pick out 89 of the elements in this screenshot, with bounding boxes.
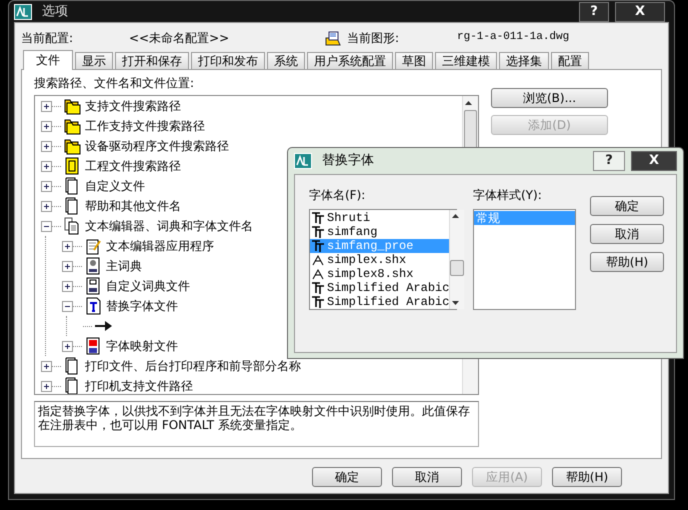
dialog-button[interactable]: 取消 xyxy=(590,224,664,244)
field-label: 字体名(F): xyxy=(309,188,366,202)
tab[interactable]: 草图 xyxy=(395,52,433,69)
truetype-icon xyxy=(312,240,324,252)
dictionary-icon xyxy=(84,257,102,276)
profile-label: 当前配置: xyxy=(21,30,74,46)
close-button[interactable]: X xyxy=(615,2,665,22)
tree-item[interactable]: 设备驱动程序文件搜索路径 xyxy=(85,139,229,154)
tree-item[interactable]: 自定义词典文件 xyxy=(106,279,190,294)
truetype-icon xyxy=(312,212,324,224)
dialog-button[interactable]: 确定 xyxy=(312,467,382,487)
profile-name: <<未命名配置>> xyxy=(129,30,230,46)
scroll-up-icon xyxy=(450,212,460,220)
tree-item[interactable]: 打印机支持文件路径 xyxy=(85,379,193,394)
expand-toggle[interactable] xyxy=(62,240,73,252)
expand-toggle[interactable] xyxy=(41,120,52,132)
tab[interactable]: 文件 xyxy=(23,50,73,70)
tab[interactable]: 配置 xyxy=(551,52,589,69)
font-item[interactable]: Simplified Arabic xyxy=(310,295,450,310)
tab[interactable]: 显示 xyxy=(75,52,113,69)
binder-icon xyxy=(63,157,81,176)
app-icon xyxy=(14,4,32,20)
expand-toggle[interactable] xyxy=(41,160,52,172)
notepad-icon xyxy=(84,237,102,256)
tab[interactable]: 用户系统配置 xyxy=(307,52,393,69)
expand-toggle[interactable] xyxy=(62,260,73,272)
tree-item[interactable]: 文本编辑器、词典和字体文件名 xyxy=(85,219,253,234)
dialog-button[interactable]: 取消 xyxy=(392,467,462,487)
truetype-icon xyxy=(312,226,324,238)
font-item[interactable]: simplex.shx xyxy=(310,253,450,268)
tab[interactable]: 选择集 xyxy=(499,52,549,69)
drawing-label: 当前图形: xyxy=(347,30,400,46)
font-file-icon xyxy=(84,297,102,316)
tree-item[interactable]: 帮助和其他文件名 xyxy=(85,199,181,214)
tree-item[interactable]: 文本编辑器应用程序 xyxy=(106,239,214,254)
tree-item[interactable]: 工作支持文件搜索路径 xyxy=(85,119,205,134)
font-item[interactable]: simfang xyxy=(310,225,450,240)
font-map-icon xyxy=(84,337,102,356)
side-button[interactable]: 浏览(B)... xyxy=(491,88,608,108)
close-button[interactable]: X xyxy=(631,151,677,171)
dialog-button[interactable]: 确定 xyxy=(590,196,664,216)
dialog-button[interactable]: 帮助(H) xyxy=(590,252,664,272)
tree-item[interactable]: 替换字体文件 xyxy=(106,299,178,314)
scroll-thumb[interactable] xyxy=(450,260,464,276)
tab[interactable]: 打印和发布 xyxy=(191,52,265,69)
documents-icon xyxy=(63,217,81,236)
tree-item[interactable]: 自定义文件 xyxy=(85,179,145,194)
tree-item[interactable]: 主词典 xyxy=(106,259,142,274)
window-title: 选项 xyxy=(42,4,68,20)
dictionary-icon xyxy=(84,277,102,296)
help-button[interactable]: ? xyxy=(593,151,625,171)
tab[interactable]: 三维建模 xyxy=(435,52,497,69)
tree-item[interactable]: 支持文件搜索路径 xyxy=(85,99,181,114)
folders-icon xyxy=(63,97,81,116)
font-item[interactable]: Shruti xyxy=(310,211,450,226)
collapse-toggle[interactable] xyxy=(62,300,73,312)
folders-icon xyxy=(63,117,81,136)
shx-font-icon xyxy=(312,254,324,266)
tree-item[interactable]: 打印文件、后台打印程序和前导部分名称 xyxy=(85,359,301,374)
expand-toggle[interactable] xyxy=(41,140,52,152)
expand-toggle[interactable] xyxy=(62,280,73,292)
tab[interactable]: 系统 xyxy=(267,52,305,69)
expand-toggle[interactable] xyxy=(41,200,52,212)
dialog-button[interactable]: 帮助(H) xyxy=(552,467,622,487)
expand-toggle[interactable] xyxy=(62,340,73,352)
collapse-toggle[interactable] xyxy=(41,220,52,232)
truetype-icon xyxy=(312,282,324,294)
tree-item[interactable]: 字体映射文件 xyxy=(106,339,178,354)
folders-icon xyxy=(63,137,81,156)
expand-toggle[interactable] xyxy=(41,360,52,372)
dialog-title: 替换字体 xyxy=(322,153,374,169)
expand-toggle[interactable] xyxy=(41,380,52,392)
app-icon xyxy=(294,153,312,169)
drawing-name: rg-1-a-011-1a.dwg xyxy=(457,31,570,45)
truetype-icon xyxy=(312,296,324,308)
expand-toggle[interactable] xyxy=(41,100,52,112)
drawing-icon xyxy=(325,30,341,46)
help-button[interactable]: ? xyxy=(579,2,609,22)
shx-font-icon xyxy=(312,268,324,280)
field-label: 字体样式(Y): xyxy=(473,188,543,202)
tab[interactable]: 打开和保存 xyxy=(115,52,189,69)
description-text: 指定替换字体，以供找不到字体并且无法在字体映射文件中识别时使用。此值保存在注册表中，也可以用 FONTALT 系统变量指定。 xyxy=(34,401,479,448)
scrollbar[interactable] xyxy=(449,210,464,310)
scroll-down-icon xyxy=(450,299,460,308)
expand-toggle[interactable] xyxy=(41,180,52,192)
tree-item[interactable]: 工程文件搜索路径 xyxy=(85,159,181,174)
font-item[interactable]: simplex8.shx xyxy=(310,267,450,282)
section-label: 搜索路径、文件名和文件位置: xyxy=(34,76,196,90)
font-item[interactable]: Simplified Arabic xyxy=(310,281,450,296)
